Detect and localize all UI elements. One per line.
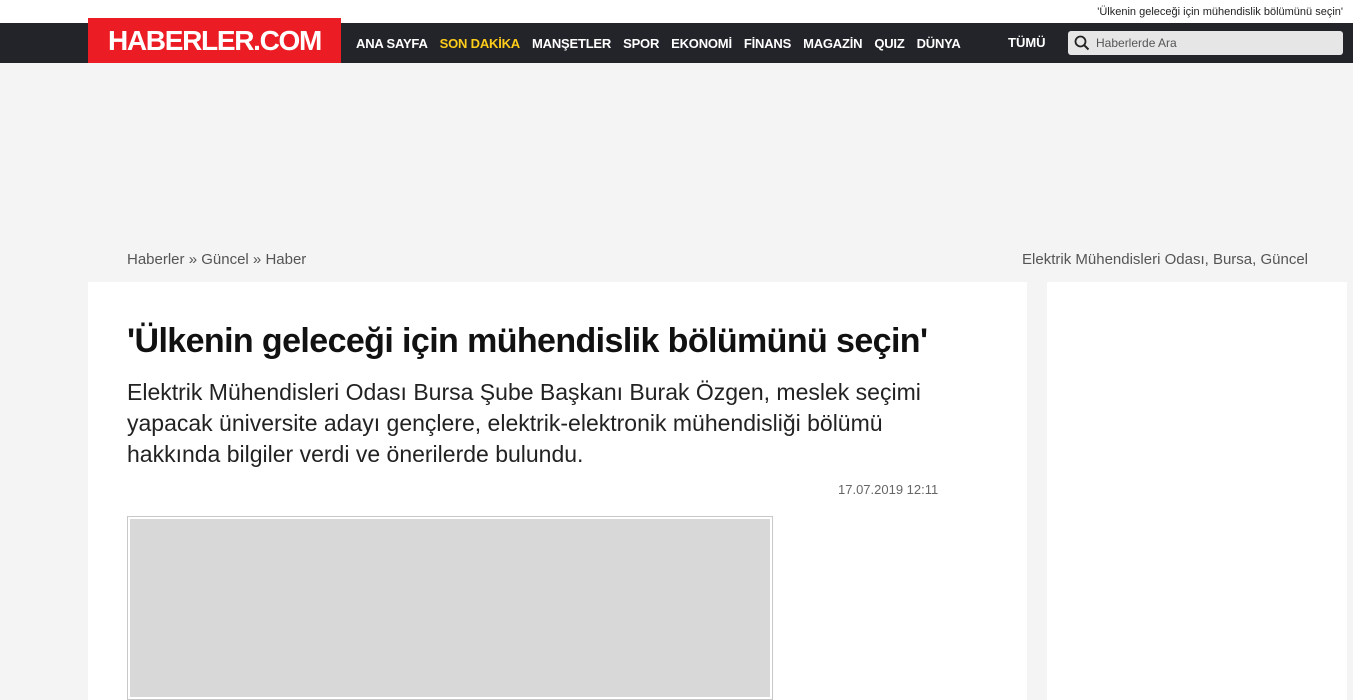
breadcrumb-separator: » (184, 251, 202, 268)
search-box (1068, 31, 1343, 55)
nav-item-ana-sayfa[interactable]: ANA SAYFA (350, 36, 434, 51)
site-logo[interactable]: HABERLER.COM (88, 18, 341, 63)
nav-item-finans[interactable]: FİNANS (738, 36, 797, 51)
search-icon[interactable] (1068, 31, 1096, 55)
breadcrumb-current[interactable]: Haber (265, 251, 306, 268)
main-nav: ANA SAYFA SON DAKİKA MANŞETLER SPOR EKON… (350, 23, 967, 63)
nav-item-dunya[interactable]: DÜNYA (911, 36, 967, 51)
search-input[interactable] (1096, 36, 1326, 50)
article-spot: Elektrik Mühendisleri Odası Bursa Şube B… (127, 379, 921, 467)
nav-item-quiz[interactable]: QUIZ (868, 36, 910, 51)
breadcrumb-separator: » (248, 251, 266, 268)
article-headline: 'Ülkenin geleceği için mühendislik bölüm… (127, 322, 928, 360)
article-tags[interactable]: Elektrik Mühendisleri Odası, Bursa, Günc… (1022, 251, 1308, 268)
breadcrumb-category[interactable]: Güncel (201, 251, 249, 268)
article-date: 17.07.2019 12:11 (838, 482, 939, 497)
sidebar-card (1047, 282, 1347, 700)
nav-item-tumu[interactable]: TÜMÜ (1008, 23, 1046, 63)
nav-item-ekonomi[interactable]: EKONOMİ (665, 36, 738, 51)
article-image[interactable] (127, 516, 773, 700)
logo-text: HABERLER.COM (107, 24, 322, 56)
nav-item-mansetler[interactable]: MANŞETLER (526, 36, 617, 51)
top-strip-headline[interactable]: 'Ülkenin geleceği için mühendislik bölüm… (1097, 6, 1343, 18)
image-placeholder (130, 519, 770, 697)
nav-item-magazin[interactable]: MAGAZİN (797, 36, 868, 51)
nav-item-spor[interactable]: SPOR (617, 36, 665, 51)
breadcrumb: Haberler » Güncel » Haber (127, 251, 306, 268)
breadcrumb-home[interactable]: Haberler (127, 251, 185, 268)
nav-item-son-dakika[interactable]: SON DAKİKA (434, 36, 526, 51)
